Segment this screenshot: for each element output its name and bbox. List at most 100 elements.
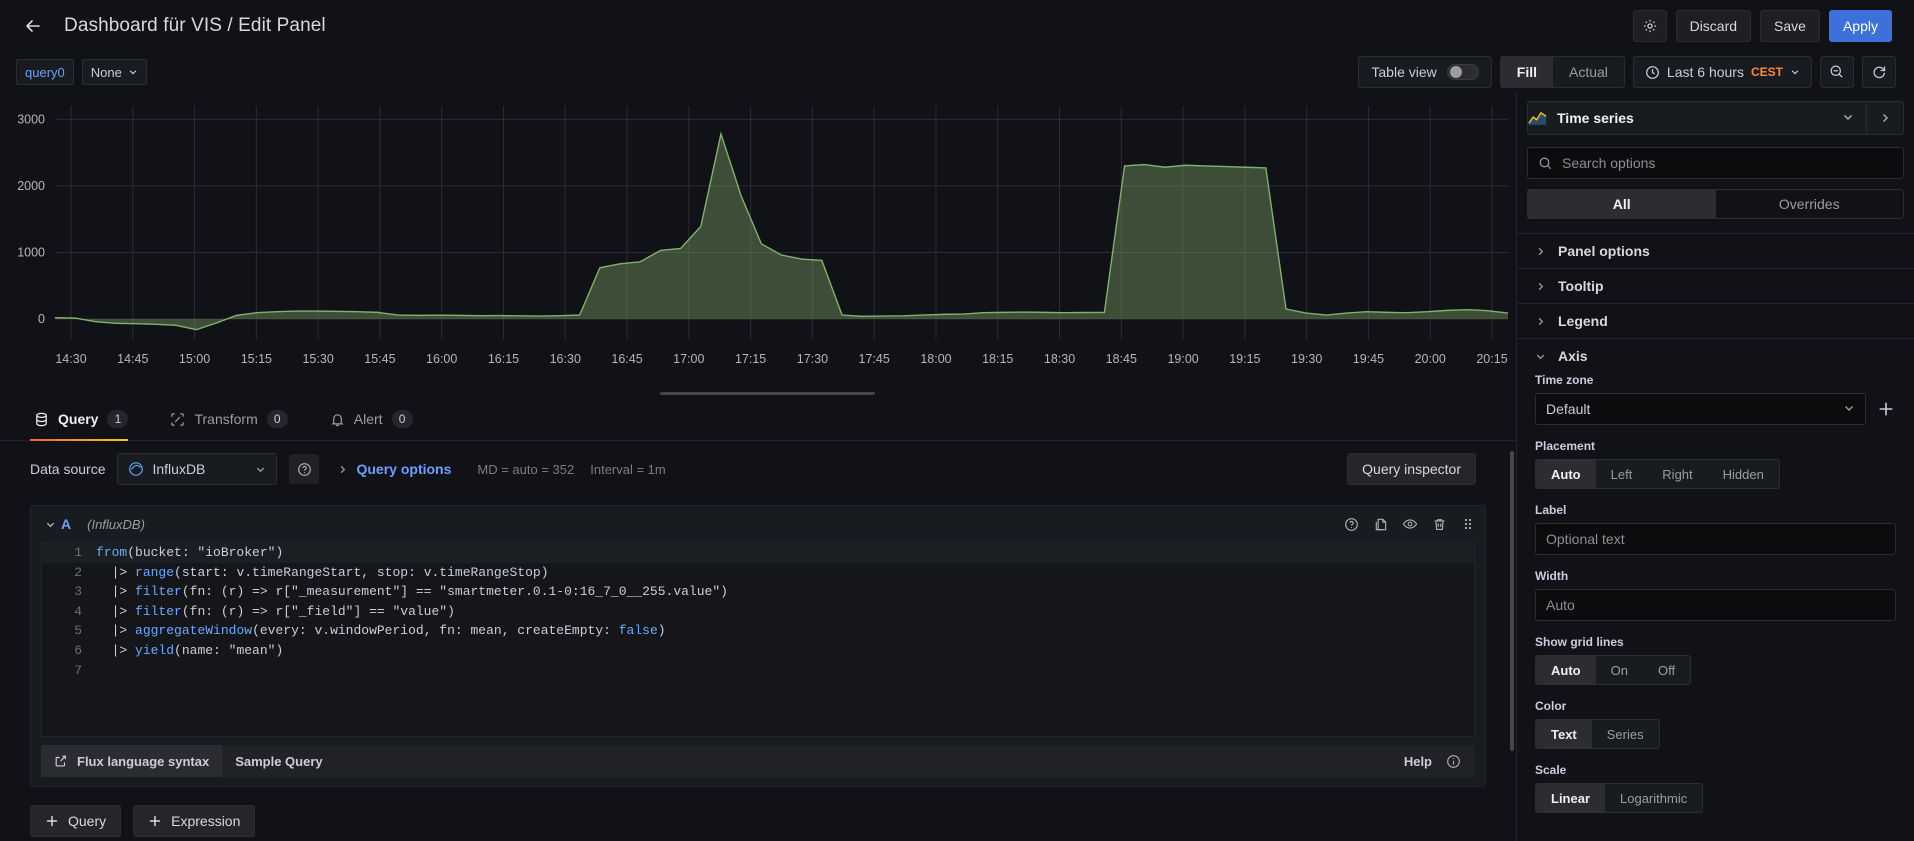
add-expression-button[interactable]: Expression — [133, 805, 256, 837]
query-options-md: MD = auto = 352 — [477, 461, 575, 477]
plus-icon — [1879, 402, 1893, 416]
field-label: Time zone — [1535, 373, 1594, 387]
grafana-edit-panel: Dashboard für VIS / Edit Panel Discard S… — [0, 0, 1914, 841]
color-option-series[interactable]: Series — [1592, 720, 1659, 748]
scale-option-logarithmic[interactable]: Logarithmic — [1605, 784, 1702, 812]
query-row-collapse-toggle[interactable] — [39, 519, 61, 530]
scale-option-linear[interactable]: Linear — [1536, 784, 1606, 812]
chart-horizontal-scrollbar[interactable] — [660, 392, 875, 395]
chevron-down-icon — [257, 467, 265, 472]
option-group-title: Tooltip — [1558, 278, 1604, 294]
tab-transform-count: 0 — [266, 410, 288, 428]
refresh-button[interactable] — [1862, 56, 1896, 88]
visualization-dropdown-chevron[interactable] — [1830, 110, 1866, 126]
query-delete-button[interactable] — [1432, 517, 1447, 532]
placement-option-hidden[interactable]: Hidden — [1708, 460, 1779, 488]
option-group-tooltip-header[interactable]: Tooltip — [1535, 269, 1896, 303]
x-axis-tick-label: 17:00 — [673, 352, 704, 366]
search-input[interactable] — [1562, 155, 1893, 171]
chevron-down-icon-wrap — [1843, 401, 1855, 417]
x-axis-tick-label: 18:00 — [920, 352, 951, 366]
tab-all[interactable]: All — [1528, 190, 1716, 218]
options-search[interactable] — [1527, 147, 1904, 179]
tab-query-count: 1 — [107, 410, 129, 428]
tab-alert-count: 0 — [391, 410, 413, 428]
top-toolbar-actions: Discard Save Apply — [1632, 10, 1892, 42]
fill-option[interactable]: Fill — [1500, 57, 1553, 87]
query-drag-handle[interactable] — [1461, 517, 1475, 531]
datasource-help-button[interactable] — [289, 454, 320, 484]
help-info-button[interactable] — [1446, 754, 1461, 769]
add-query-button[interactable]: Query — [30, 805, 122, 837]
options-pane-toggle[interactable] — [1867, 112, 1903, 124]
x-axis-tick-label: 19:15 — [1229, 352, 1260, 366]
x-axis-tick-label: 14:45 — [117, 352, 148, 366]
add-time-zone-button[interactable] — [1876, 401, 1896, 417]
search-icon — [1539, 157, 1552, 169]
external-link-icon — [55, 755, 66, 767]
time-range-picker[interactable]: Last 6 hours CEST — [1632, 56, 1812, 88]
color-option-text[interactable]: Text — [1536, 720, 1592, 748]
code-line-number: 4 — [74, 603, 82, 619]
option-group-axis-header[interactable]: Axis — [1535, 339, 1896, 373]
variable-value-dropdown[interactable]: None — [81, 59, 147, 85]
datasource-value: InfluxDB — [152, 461, 206, 477]
zoom-out-button[interactable] — [1820, 56, 1854, 88]
time-zone-value: Default — [1546, 401, 1591, 417]
flux-language-syntax-link[interactable]: Flux language syntax — [41, 745, 223, 777]
question-circle-icon — [298, 462, 311, 476]
chevron-right-icon — [1883, 114, 1888, 122]
save-button[interactable]: Save — [1760, 10, 1820, 42]
option-group-panel-options-header[interactable]: Panel options — [1535, 234, 1896, 268]
chevron-right-icon-wrap — [1535, 246, 1546, 257]
y-axis-tick-label: 3000 — [17, 112, 45, 126]
datasource-picker[interactable]: InfluxDB — [117, 453, 278, 485]
query-hide-button[interactable] — [1402, 516, 1418, 532]
x-axis-tick-label: 18:30 — [1044, 352, 1075, 366]
query-help-button[interactable] — [1344, 517, 1359, 532]
y-axis-tick-label: 0 — [38, 312, 45, 326]
visualization-picker[interactable]: Time series — [1527, 101, 1904, 135]
placement-option-left[interactable]: Left — [1596, 460, 1648, 488]
sample-query-button[interactable]: Sample Query — [222, 745, 335, 777]
back-button[interactable] — [18, 11, 48, 41]
flux-code-editor[interactable]: 1 from(bucket: "ioBroker") 2 |> range(star… — [41, 542, 1475, 737]
query-variable-chip[interactable]: query0 — [16, 59, 74, 85]
code-line-text: |> aggregateWindow(every: v.windowPeriod… — [111, 623, 666, 639]
query-options-toggle[interactable]: Query options — [337, 461, 451, 477]
table-view-toggle[interactable]: Table view — [1358, 56, 1492, 88]
code-line-number: 6 — [74, 642, 82, 658]
placement-option-right[interactable]: Right — [1647, 460, 1707, 488]
field-label-text: Label — [1535, 503, 1896, 569]
x-axis-tick-label: 19:00 — [1167, 352, 1198, 366]
x-axis-tick-label: 16:00 — [426, 352, 457, 366]
tab-overrides[interactable]: Overrides — [1716, 190, 1904, 218]
time-range-label: Last 6 hours — [1666, 64, 1744, 80]
panel-settings-button[interactable] — [1632, 10, 1667, 42]
code-footer-right: Help — [1404, 754, 1475, 769]
color-radio-group: Text Series — [1535, 719, 1660, 749]
grid-option-off[interactable]: Off — [1643, 656, 1690, 684]
y-axis-tick-label: 1000 — [17, 245, 45, 259]
panel-visualization[interactable]: 0 1000 2000 3000 14:30 14:45 15:00 15:15 15:30 1… — [0, 92, 1516, 397]
axis-width-input[interactable] — [1535, 589, 1896, 621]
apply-button[interactable]: Apply — [1828, 10, 1892, 42]
tab-query[interactable]: Query 1 — [30, 398, 142, 441]
table-view-switch[interactable] — [1446, 64, 1479, 80]
query-duplicate-button[interactable] — [1373, 517, 1388, 532]
grid-option-on[interactable]: On — [1596, 656, 1643, 684]
discard-button[interactable]: Discard — [1675, 10, 1752, 42]
placement-option-auto[interactable]: Auto — [1536, 460, 1596, 488]
query-row-letter: A — [61, 516, 72, 532]
actual-option[interactable]: Actual — [1553, 57, 1624, 87]
grid-option-auto[interactable]: Auto — [1536, 656, 1596, 684]
tab-alert[interactable]: Alert 0 — [326, 398, 427, 440]
query-inspector-button[interactable]: Query inspector — [1347, 453, 1476, 485]
axis-label-input[interactable] — [1535, 523, 1896, 555]
time-zone-select[interactable]: Default — [1535, 393, 1866, 425]
x-axis-tick-label: 19:30 — [1291, 352, 1322, 366]
tab-transform[interactable]: Transform 0 — [166, 398, 301, 440]
option-group-legend-header[interactable]: Legend — [1535, 304, 1896, 338]
help-button[interactable]: Help — [1404, 754, 1432, 769]
query-pane-scrollbar[interactable] — [1510, 451, 1514, 751]
